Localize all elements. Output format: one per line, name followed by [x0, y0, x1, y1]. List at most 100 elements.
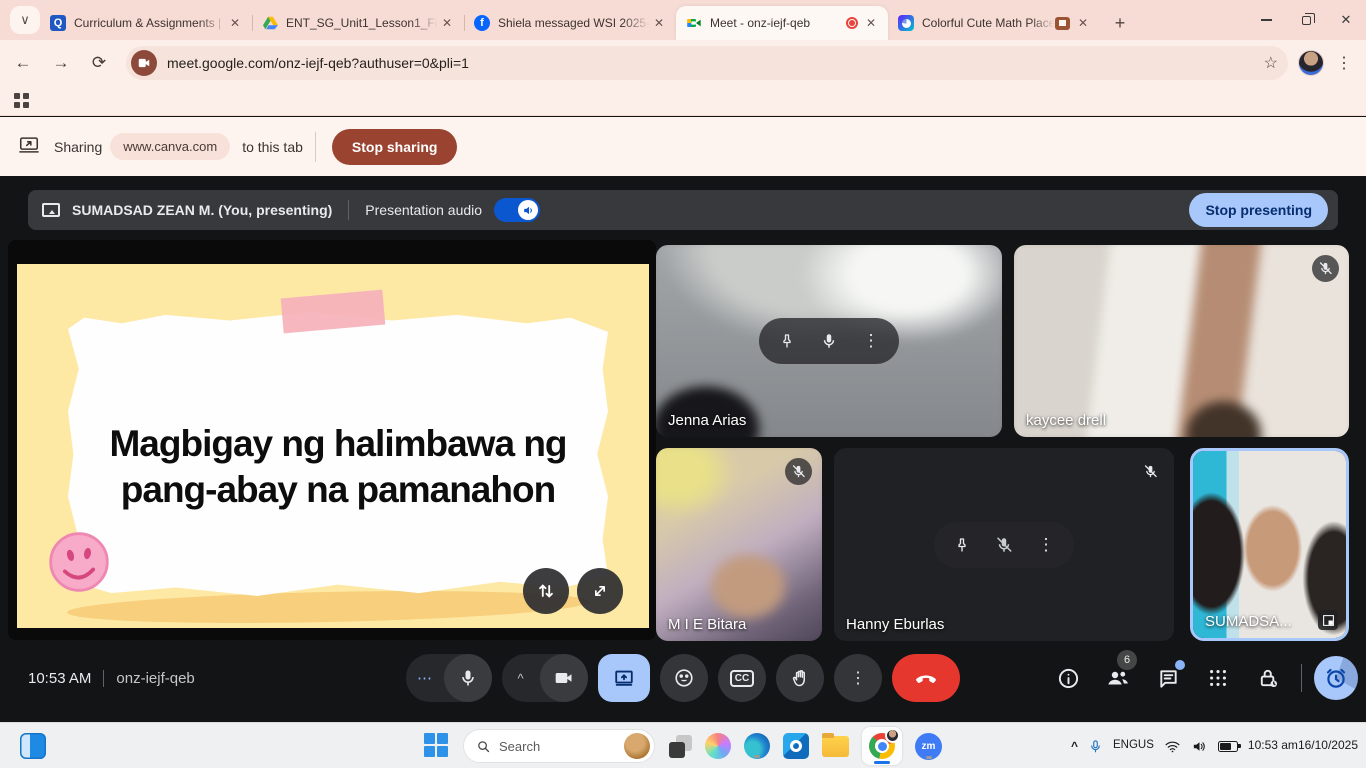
stop-presenting-button[interactable]: Stop presenting [1189, 193, 1328, 227]
activities-button[interactable] [1197, 656, 1239, 700]
self-view-tile[interactable]: SUMADSA... [1190, 448, 1349, 641]
presenter-name: SUMADSAD ZEAN M. (You, presenting) [72, 202, 332, 218]
tab-canva[interactable]: Colorful Cute Math Place ✕ [888, 6, 1100, 40]
tab-sharing-bar: Sharing www.canva.com to this tab Stop s… [0, 117, 1366, 176]
camera-button[interactable] [540, 654, 588, 702]
camera-options-chevron[interactable]: ^ [502, 671, 540, 686]
presentation-audio-toggle[interactable] [494, 198, 540, 222]
close-icon[interactable]: ✕ [862, 14, 880, 32]
browser-menu-icon[interactable]: ⋮ [1330, 49, 1358, 77]
tab-search-button[interactable]: ∨ [10, 6, 40, 34]
close-icon[interactable]: ✕ [226, 14, 244, 32]
participant-tile-kaycee[interactable]: kaycee drell [1014, 245, 1349, 437]
fullscreen-button[interactable] [577, 568, 623, 614]
shared-slide: Magbigay ng halimbawa ng pang-abay na pa… [17, 264, 649, 628]
copilot-icon[interactable] [705, 733, 731, 759]
slide-title-line2: pang-abay na pamanahon [109, 467, 566, 513]
restore-icon [1302, 16, 1311, 25]
battery-icon[interactable] [1218, 741, 1238, 752]
presentation-overlay-buttons [523, 568, 623, 614]
address-bar[interactable]: meet.google.com/onz-iejf-qeb?authuser=0&… [126, 46, 1288, 80]
pin-icon[interactable] [948, 531, 976, 559]
running-indicator [926, 756, 932, 759]
presentation-audio-label: Presentation audio [365, 202, 482, 218]
mic-muted-icon [1137, 458, 1164, 485]
tab-title: Meet - onz-iejf-qeb [710, 16, 846, 30]
camera-in-use-icon[interactable] [131, 50, 157, 76]
presentation-tile: Magbigay ng halimbawa ng pang-abay na pa… [8, 240, 656, 640]
wifi-icon[interactable] [1164, 738, 1181, 755]
participant-tile-hanny[interactable]: ⋮ Hanny Eburlas [834, 448, 1174, 641]
task-view-button[interactable] [668, 734, 692, 758]
pin-icon[interactable] [773, 327, 801, 355]
captions-button[interactable]: CC [718, 654, 766, 702]
reactions-button[interactable] [660, 654, 708, 702]
scroll-presentation-button[interactable] [523, 568, 569, 614]
profile-avatar[interactable] [1298, 50, 1324, 76]
forward-button[interactable]: → [46, 48, 76, 78]
timer-widget-button[interactable] [1314, 656, 1358, 700]
close-window-button[interactable]: ✕ [1326, 0, 1366, 40]
slide-title-line1: Magbigay ng halimbawa ng [109, 421, 566, 467]
file-explorer-icon[interactable] [822, 736, 849, 757]
microphone-in-use-icon[interactable] [1088, 739, 1103, 754]
mic-off-icon[interactable] [990, 531, 1018, 559]
language-indicator[interactable]: ENG US [1113, 739, 1154, 753]
reload-button[interactable]: ⟳ [84, 48, 114, 78]
participant-tile-bitara[interactable]: M I E Bitara [656, 448, 822, 641]
clock-date[interactable]: 10:53 am 16/10/2025 [1248, 738, 1358, 754]
stop-sharing-button[interactable]: Stop sharing [332, 129, 458, 165]
taskbar-search[interactable]: Search [463, 729, 655, 763]
mic-button[interactable] [444, 654, 492, 702]
more-options-icon[interactable]: ⋮ [1032, 531, 1060, 559]
divider [315, 132, 316, 162]
url-text[interactable]: meet.google.com/onz-iejf-qeb?authuser=0&… [167, 55, 1264, 71]
video-feed [1014, 245, 1349, 437]
sharing-label: Sharing [54, 139, 102, 155]
divider [103, 670, 104, 687]
start-button[interactable] [424, 733, 450, 759]
close-icon[interactable]: ✕ [1074, 14, 1092, 32]
more-options-button[interactable]: ⋮ [834, 654, 882, 702]
presenting-banner: SUMADSAD ZEAN M. (You, presenting) Prese… [28, 190, 1338, 230]
facebook-icon: f [474, 15, 490, 31]
bookmarks-row [0, 86, 1366, 116]
more-options-icon[interactable]: ⋮ [857, 327, 885, 355]
people-panel-button[interactable]: 6 [1097, 656, 1139, 700]
bookmark-star-icon[interactable]: ☆ [1264, 53, 1278, 73]
hidden-icons-chevron[interactable]: ^ [1071, 739, 1078, 753]
screen: ∨ Q Curriculum & Assignments | ✕ ENT_SG_… [0, 0, 1366, 768]
apps-grid-icon[interactable] [14, 93, 29, 108]
picture-in-picture-icon[interactable] [1318, 610, 1338, 630]
shared-site-pill[interactable]: www.canva.com [110, 133, 230, 160]
meeting-details-button[interactable] [1047, 656, 1089, 700]
system-tray: ^ ENG US 10:53 am 16/10/2025 [1071, 723, 1358, 768]
chrome-taskbar-button-active[interactable] [862, 727, 902, 765]
window-controls: ✕ [1246, 0, 1366, 40]
zoom-slot: zm [915, 733, 942, 760]
participant-tile-jenna[interactable]: ⋮ Jenna Arias [656, 245, 1002, 437]
mic-activity-indicator[interactable]: ⋯ [406, 669, 444, 687]
host-controls-button[interactable] [1247, 656, 1289, 700]
close-icon[interactable]: ✕ [650, 14, 668, 32]
minimize-window-button[interactable] [1246, 0, 1286, 40]
new-tab-button[interactable]: + [1106, 9, 1134, 37]
raise-hand-button[interactable] [776, 654, 824, 702]
present-button-active[interactable] [598, 654, 650, 702]
volume-icon[interactable] [1191, 738, 1208, 755]
meet-main: SUMADSAD ZEAN M. (You, presenting) Prese… [0, 176, 1366, 722]
mic-icon[interactable] [815, 327, 843, 355]
chat-panel-button[interactable] [1147, 656, 1189, 700]
restore-window-button[interactable] [1286, 0, 1326, 40]
tab-facebook[interactable]: f Shiela messaged WSI 2025-2 ✕ [464, 6, 676, 40]
sharing-suffix: to this tab [242, 139, 303, 155]
end-call-button[interactable] [892, 654, 960, 702]
outlook-icon[interactable] [783, 733, 809, 759]
chrome-profile-badge [885, 728, 900, 743]
participant-name: kaycee drell [1026, 412, 1106, 429]
close-icon[interactable]: ✕ [438, 14, 456, 32]
tab-meet-active[interactable]: Meet - onz-iejf-qeb ✕ [676, 6, 888, 40]
back-button[interactable]: ← [8, 48, 38, 78]
tab-drive-doc[interactable]: ENT_SG_Unit1_Lesson1_Fina ✕ [252, 6, 464, 40]
tab-curriculum[interactable]: Q Curriculum & Assignments | ✕ [40, 6, 252, 40]
